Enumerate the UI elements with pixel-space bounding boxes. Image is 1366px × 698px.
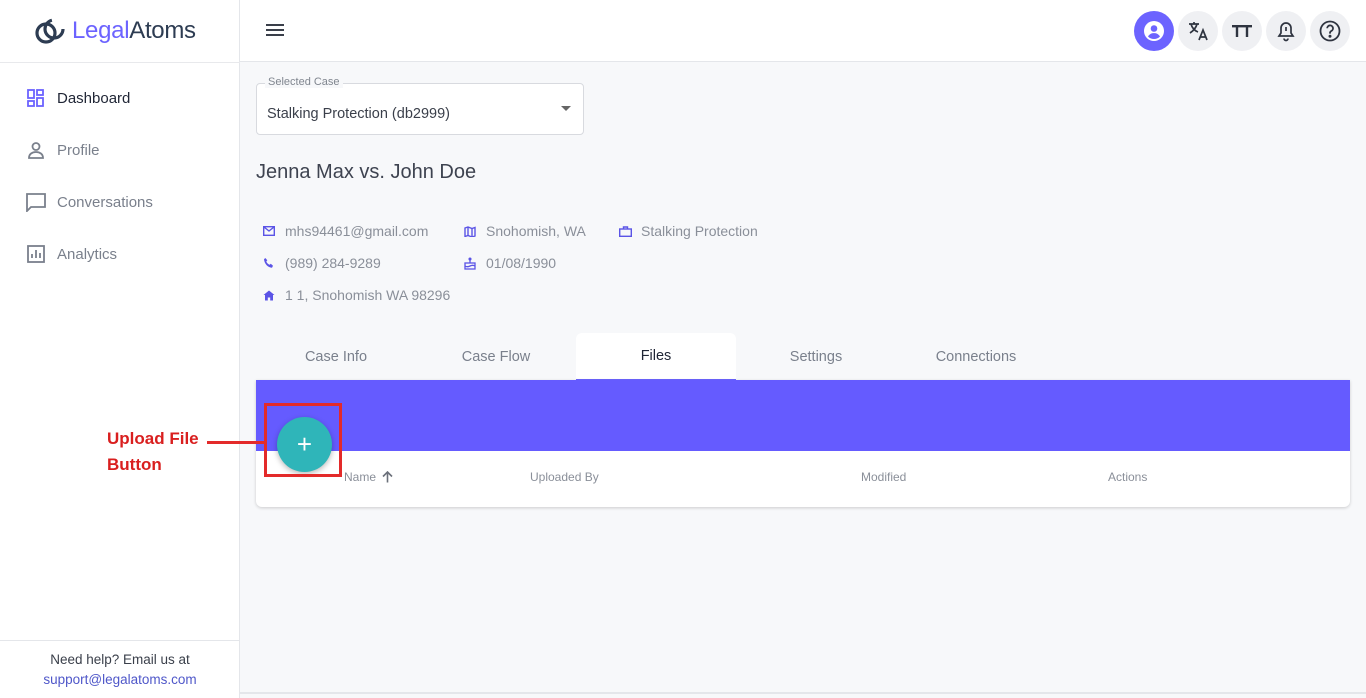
- briefcase-icon: [618, 224, 632, 238]
- sidebar-item-dashboard[interactable]: Dashboard: [0, 72, 240, 124]
- case-dob: 01/08/1990: [463, 255, 556, 271]
- case-address: 1 1, Snohomish WA 98296: [262, 287, 450, 303]
- account-icon: [1144, 21, 1164, 41]
- logo-text: LegalAtoms: [72, 17, 196, 45]
- notification-button[interactable]: [1266, 11, 1306, 51]
- help-footer: Need help? Email us at support@legalatom…: [0, 640, 240, 698]
- logo[interactable]: LegalAtoms: [34, 14, 196, 48]
- tab-connections[interactable]: Connections: [896, 333, 1056, 381]
- column-header-label: Uploaded By: [530, 470, 599, 484]
- sidebar-item-label: Conversations: [57, 193, 153, 211]
- translate-button[interactable]: [1178, 11, 1218, 51]
- chat-icon: [25, 191, 47, 213]
- case-title: Jenna Max vs. John Doe: [256, 161, 477, 183]
- logo-icon: [35, 18, 65, 44]
- account-button[interactable]: [1134, 11, 1174, 51]
- analytics-icon: [25, 243, 47, 265]
- tab-case-info[interactable]: Case Info: [256, 333, 416, 381]
- column-header-label: Name: [344, 470, 377, 484]
- column-header-label: Modified: [861, 470, 907, 484]
- tab-files[interactable]: Files: [576, 333, 736, 381]
- map-icon: [463, 224, 477, 238]
- sidebar: LegalAtoms Dashboard Profile Conversatio…: [0, 0, 240, 698]
- chevron-down-icon: [561, 106, 571, 111]
- text-size-button[interactable]: [1222, 11, 1262, 51]
- case-tabs: Case Info Case Flow Files Settings Conne…: [256, 333, 1056, 381]
- annotation-highlight-box: [264, 403, 342, 477]
- files-panel-banner: [256, 380, 1350, 451]
- logo-text-legal: Legal: [72, 17, 130, 44]
- case-email-text: mhs94461@gmail.com: [285, 223, 429, 239]
- annotation-label-line2: Button: [107, 455, 162, 474]
- tab-settings[interactable]: Settings: [736, 333, 896, 381]
- sidebar-item-profile[interactable]: Profile: [0, 124, 240, 176]
- files-panel: Name Uploaded By Modified Actions: [256, 380, 1350, 507]
- logo-text-atoms: Atoms: [129, 17, 196, 44]
- menu-icon-bar: [266, 34, 284, 36]
- help-icon: [1319, 20, 1341, 42]
- case-email: mhs94461@gmail.com: [262, 223, 428, 239]
- top-header: [240, 0, 1366, 62]
- help-email-link[interactable]: support@legalatoms.com: [0, 670, 240, 690]
- menu-icon-bar: [266, 24, 284, 26]
- person-icon: [25, 139, 47, 161]
- arrow-up-icon: [382, 471, 393, 483]
- sidebar-item-label: Analytics: [57, 245, 118, 263]
- header-actions: [1134, 11, 1350, 51]
- case-location-text: Snohomish, WA: [486, 223, 586, 239]
- menu-button[interactable]: [264, 21, 286, 41]
- help-button[interactable]: [1310, 11, 1350, 51]
- dashboard-icon: [25, 87, 47, 109]
- case-address-text: 1 1, Snohomish WA 98296: [285, 287, 451, 303]
- annotation-label-line1: Upload File: [107, 429, 199, 448]
- text-size-icon: [1232, 25, 1252, 37]
- selected-case-value: Stalking Protection (db2999): [267, 106, 450, 122]
- sidebar-item-analytics[interactable]: Analytics: [0, 228, 240, 280]
- sidebar-divider: [0, 62, 240, 63]
- column-header-uploaded-by[interactable]: Uploaded By: [530, 470, 599, 484]
- notification-icon: [1277, 22, 1295, 42]
- column-header-actions: Actions: [1108, 470, 1147, 484]
- sidebar-item-conversations[interactable]: Conversations: [0, 176, 240, 228]
- sidebar-nav: Dashboard Profile Conversations Analytic…: [0, 72, 240, 280]
- menu-icon-bar: [266, 29, 284, 31]
- sidebar-item-label: Dashboard: [57, 89, 131, 107]
- phone-icon: [262, 256, 276, 270]
- tab-case-flow[interactable]: Case Flow: [416, 333, 576, 381]
- column-header-label: Actions: [1108, 470, 1148, 484]
- help-text: Need help? Email us at: [50, 652, 190, 667]
- column-header-name[interactable]: Name: [344, 470, 393, 484]
- case-phone: (989) 284-9289: [262, 255, 381, 271]
- selected-case-label: Selected Case: [265, 76, 343, 88]
- cake-icon: [463, 256, 477, 270]
- annotation-label: Upload File Button: [107, 426, 217, 478]
- case-location: Snohomish, WA: [463, 223, 586, 239]
- case-phone-text: (989) 284-9289: [285, 255, 381, 271]
- case-type: Stalking Protection: [618, 223, 758, 239]
- case-type-text: Stalking Protection: [641, 223, 758, 239]
- mail-icon: [262, 224, 276, 238]
- home-icon: [262, 288, 276, 302]
- case-dob-text: 01/08/1990: [486, 255, 557, 271]
- column-header-modified[interactable]: Modified: [861, 470, 906, 484]
- translate-icon: [1189, 22, 1208, 41]
- bottom-divider: [240, 692, 1366, 694]
- sidebar-item-label: Profile: [57, 141, 100, 159]
- selected-case-dropdown[interactable]: Selected Case Stalking Protection (db299…: [256, 76, 584, 135]
